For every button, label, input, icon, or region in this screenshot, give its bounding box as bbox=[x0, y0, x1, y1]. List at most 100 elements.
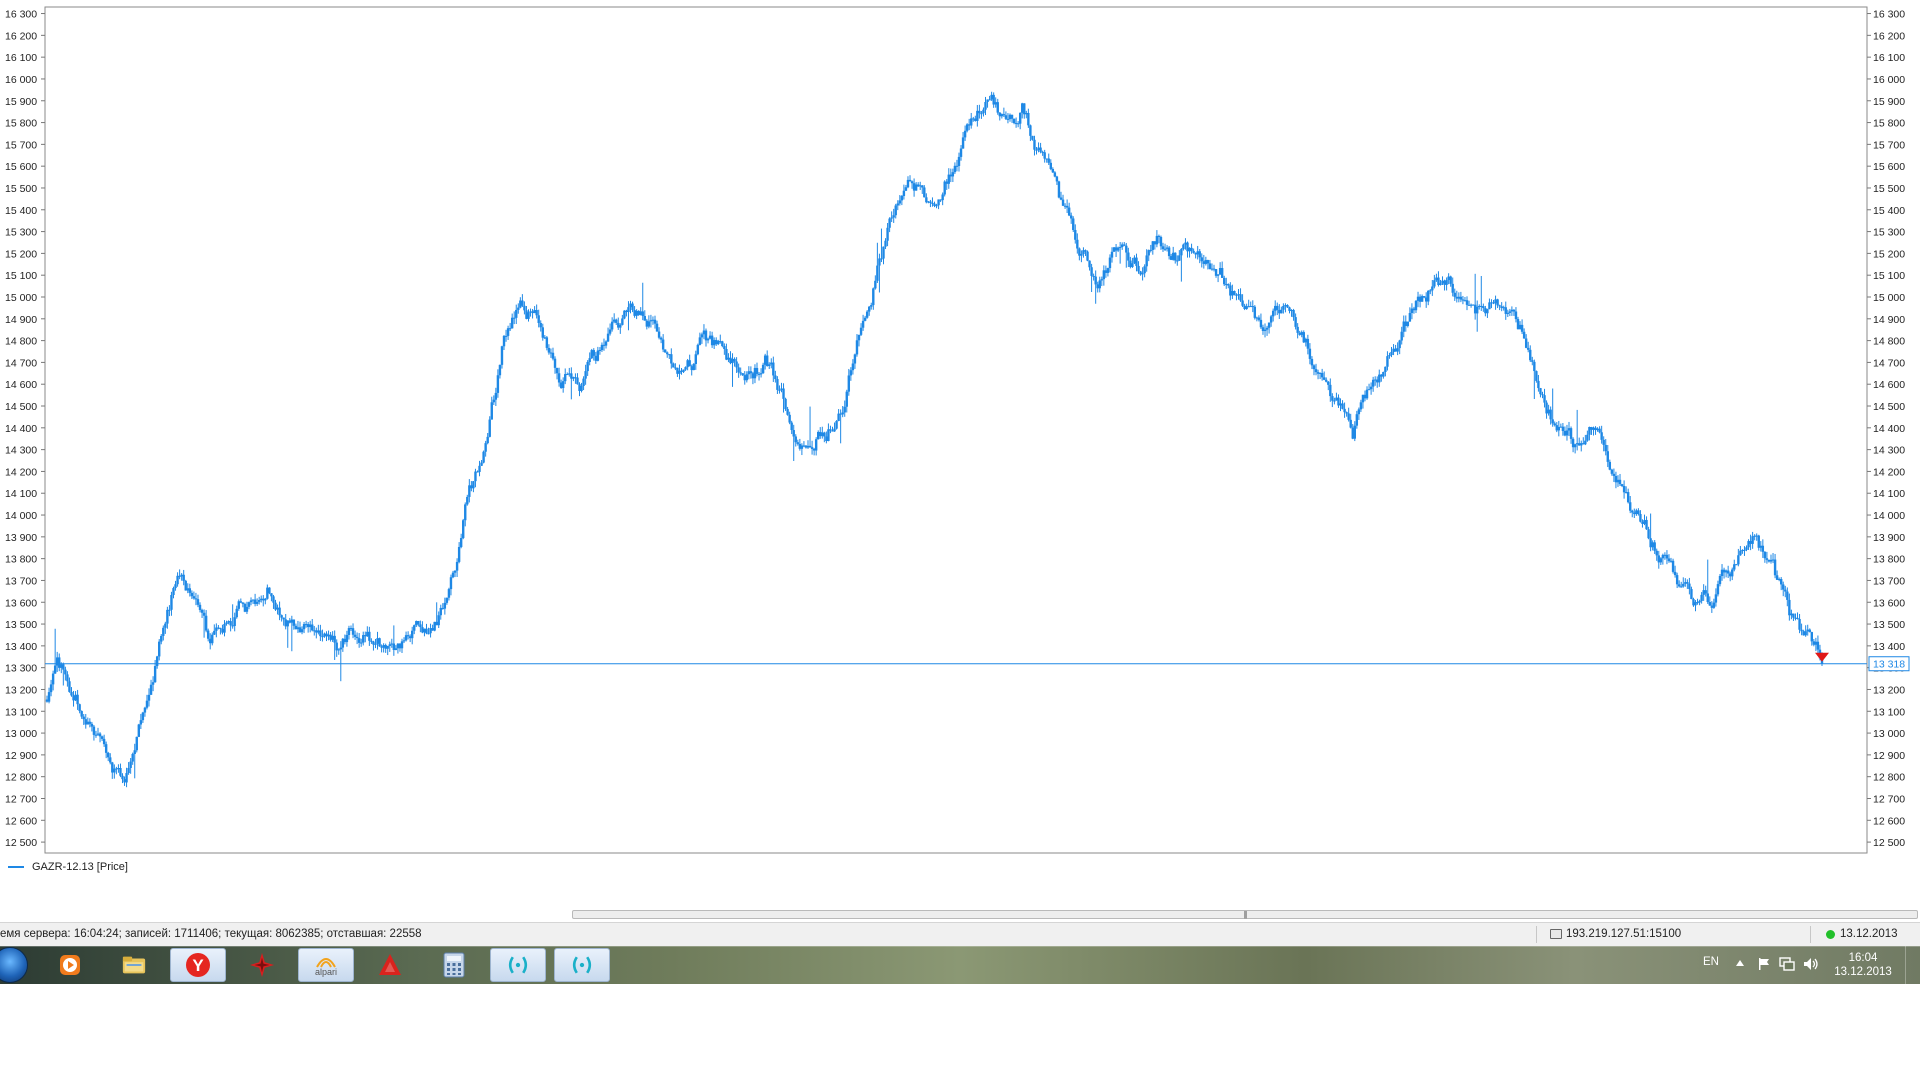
candle-body bbox=[1622, 486, 1626, 493]
candle-body bbox=[1508, 311, 1512, 313]
y-tick-label-left: 15 300 bbox=[5, 227, 37, 239]
chart-horizontal-scrollbar[interactable]: ||| bbox=[572, 910, 1918, 919]
candle-body bbox=[1174, 252, 1177, 261]
candle-body bbox=[588, 358, 591, 362]
taskbar-file-explorer[interactable] bbox=[106, 948, 162, 982]
candle-body bbox=[892, 215, 895, 218]
candle-body bbox=[1371, 379, 1375, 387]
candle-body bbox=[1292, 310, 1295, 318]
candle-body bbox=[1096, 284, 1099, 289]
candle-body bbox=[847, 375, 851, 392]
candle-body bbox=[1488, 302, 1491, 310]
y-tick-label-right: 14 300 bbox=[1873, 445, 1905, 457]
candle-body bbox=[657, 331, 661, 338]
network-icon[interactable] bbox=[1779, 957, 1795, 974]
candle-body bbox=[1210, 268, 1214, 270]
candle-body bbox=[643, 316, 646, 321]
taskbar-trading-terminal[interactable] bbox=[362, 948, 418, 982]
candle-body bbox=[1263, 329, 1267, 332]
scroll-grip-icon[interactable]: ||| bbox=[1243, 911, 1247, 919]
candle-body bbox=[80, 711, 83, 717]
candle-body bbox=[1206, 260, 1210, 264]
taskbar-calculator[interactable] bbox=[426, 948, 482, 982]
candle-body bbox=[325, 633, 328, 637]
candle-body bbox=[561, 381, 565, 389]
connection-status: 13.12.2013 bbox=[1826, 928, 1898, 940]
candle-body bbox=[1380, 374, 1383, 377]
taskbar-yandex-browser[interactable]: Y bbox=[170, 948, 226, 982]
candle-body bbox=[164, 623, 167, 628]
candle-body bbox=[411, 630, 414, 639]
candle-body bbox=[1753, 535, 1756, 537]
candle-body bbox=[423, 628, 426, 633]
server-address[interactable]: 193.219.127.51:15100 bbox=[1550, 928, 1681, 940]
action-center-flag-icon[interactable] bbox=[1757, 957, 1771, 974]
taskbar-quik-2[interactable] bbox=[554, 948, 610, 982]
language-indicator[interactable]: EN bbox=[1703, 956, 1719, 968]
candle-body bbox=[45, 699, 49, 702]
candle-body bbox=[1459, 296, 1463, 300]
candle-body bbox=[1537, 380, 1540, 389]
candle-body bbox=[1777, 578, 1781, 580]
candle-body bbox=[782, 388, 785, 399]
candle-body bbox=[133, 750, 136, 754]
candle-body bbox=[837, 413, 840, 421]
candle-body bbox=[712, 340, 716, 346]
candle-body bbox=[1728, 573, 1732, 577]
price-chart[interactable]: 12 500 12 500 12 600 12 600 12 700 12 700 12 8… bbox=[0, 0, 1920, 855]
candle-body bbox=[986, 99, 989, 102]
candle-body bbox=[1337, 397, 1340, 406]
candle-body bbox=[1788, 599, 1791, 616]
show-desktop-button[interactable] bbox=[1905, 946, 1920, 984]
y-tick-label-left: 15 000 bbox=[5, 292, 37, 304]
candle-body bbox=[653, 319, 657, 324]
candle-body bbox=[1227, 284, 1230, 286]
taskbar-quik-1[interactable] bbox=[490, 948, 546, 982]
candle-body bbox=[200, 609, 204, 613]
candle-body bbox=[1229, 285, 1232, 296]
candle-body bbox=[874, 280, 877, 289]
candle-body bbox=[741, 373, 744, 376]
candle-body bbox=[814, 439, 818, 451]
taskbar-trading-app[interactable] bbox=[234, 948, 290, 982]
candle-body bbox=[1288, 307, 1291, 311]
candle-body bbox=[1188, 247, 1191, 252]
candle-body bbox=[1649, 538, 1652, 548]
candle-body bbox=[1708, 602, 1711, 606]
candle-body bbox=[225, 622, 228, 624]
taskbar-clock[interactable]: 16:04 13.12.2013 bbox=[1833, 951, 1893, 979]
candle-body bbox=[668, 354, 671, 356]
y-tick-label-right: 14 000 bbox=[1873, 510, 1905, 522]
candle-body bbox=[1243, 305, 1246, 309]
candle-body bbox=[1584, 440, 1587, 445]
taskbar-media-player[interactable] bbox=[42, 948, 98, 982]
candle-body bbox=[1441, 280, 1444, 284]
candle-body bbox=[1180, 249, 1183, 256]
candle-body bbox=[209, 638, 212, 644]
candle-body bbox=[1467, 304, 1471, 306]
candle-body bbox=[1800, 629, 1803, 632]
candle-body bbox=[859, 327, 863, 335]
candle-body bbox=[443, 602, 447, 609]
candle-body bbox=[794, 436, 797, 443]
candle-body bbox=[345, 634, 349, 643]
volume-icon[interactable] bbox=[1803, 957, 1819, 974]
candle-body bbox=[1618, 479, 1622, 485]
taskbar-alpari[interactable]: alpari bbox=[298, 948, 354, 982]
candle-body bbox=[1631, 510, 1634, 513]
candle-body bbox=[502, 335, 506, 347]
y-tick-label-right: 12 700 bbox=[1873, 793, 1905, 805]
candle-body bbox=[376, 638, 379, 644]
start-button-icon[interactable] bbox=[0, 947, 28, 983]
candle-body bbox=[451, 572, 455, 578]
candle-body bbox=[192, 596, 196, 599]
chart-area[interactable]: 12 500 12 500 12 600 12 600 12 700 12 700 12 8… bbox=[0, 0, 1920, 855]
candle-body bbox=[1035, 149, 1038, 151]
candle-body bbox=[515, 309, 518, 318]
candle-body bbox=[1706, 593, 1709, 603]
candle-body bbox=[1696, 602, 1699, 604]
show-hidden-icons-icon[interactable] bbox=[1735, 958, 1745, 970]
candle-body bbox=[939, 199, 942, 201]
status-date-label: 13.12.2013 bbox=[1840, 928, 1898, 940]
candle-body bbox=[176, 575, 179, 585]
